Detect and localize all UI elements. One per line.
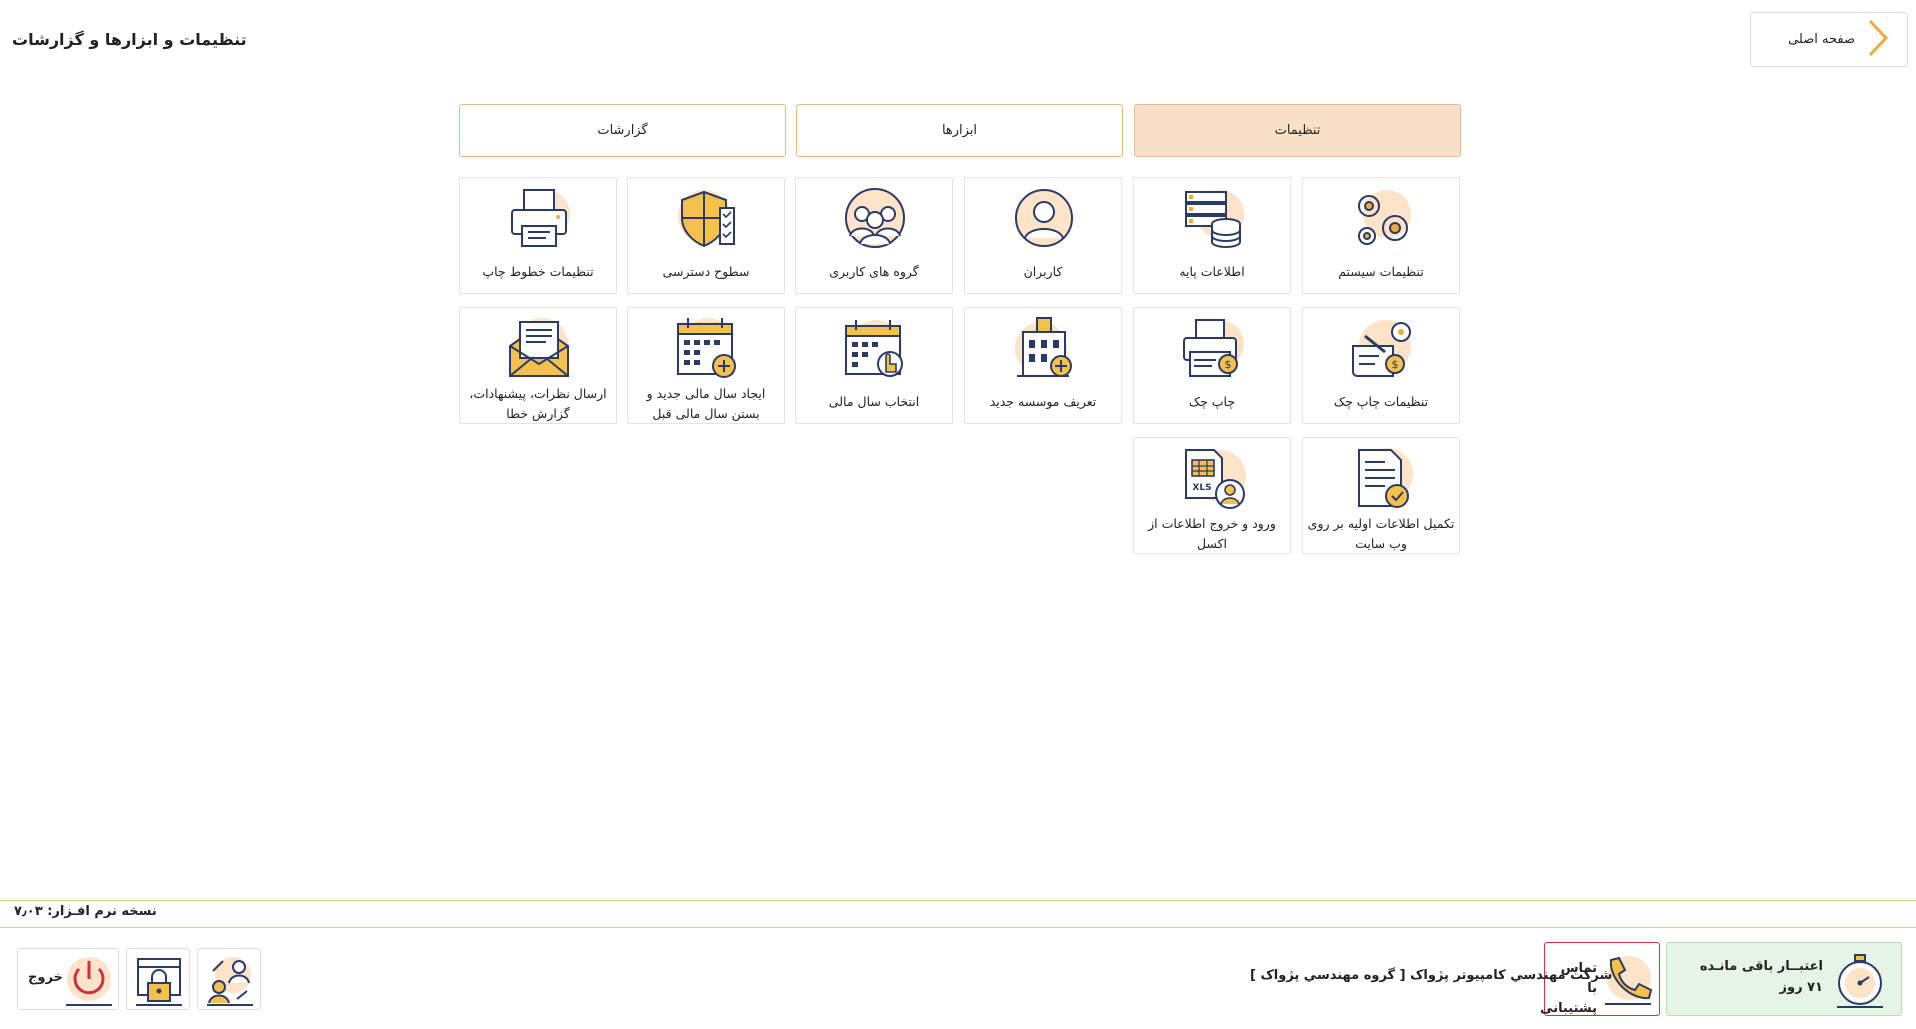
user-icon — [1015, 189, 1073, 247]
tile-label: تنظیمات سیستم — [1338, 264, 1424, 279]
building-add-icon — [1015, 317, 1072, 377]
tile-label: تکمیل اطلاعات اولیه بر روی وب سایت — [1307, 516, 1455, 551]
tile-excel-import-export[interactable]: XLS ورود و خروج اطلاعات از اکسل — [1133, 437, 1291, 554]
tile-complete-website-info[interactable]: تکمیل اطلاعات اولیه بر روی وب سایت — [1302, 437, 1460, 554]
tile-user-groups[interactable]: گروه های کاربری — [795, 177, 953, 294]
remaining-credit-days: ۷۱ روز — [1779, 980, 1823, 995]
tile-access-levels[interactable]: سطوح دسترسی — [627, 177, 785, 294]
tile-label: گروه های کاربری — [829, 264, 919, 279]
tab-reports-label: گزارشات — [597, 123, 648, 138]
cheque-settings-icon: $ — [1352, 320, 1411, 377]
tile-print-lines-settings[interactable]: تنظیمات خطوط چاپ — [459, 177, 617, 294]
tab-settings-label: تنظیمات — [1274, 123, 1321, 138]
calendar-select-icon — [845, 320, 903, 377]
page-title: تنظیمات و ابزارها و گزارشات — [12, 30, 247, 49]
remaining-credit-box: اعتبــار باقی مانـده ۷۱ روز — [1666, 942, 1902, 1016]
tile-send-feedback[interactable]: ارسال نظرات، پیشنهادات، گزارش خطا — [459, 307, 617, 424]
gears-icon — [1358, 190, 1411, 245]
tile-users[interactable]: کاربران — [964, 177, 1122, 294]
svg-text:$: $ — [1225, 358, 1232, 371]
tile-system-settings[interactable]: تنظیمات سیستم — [1302, 177, 1460, 294]
tile-base-info[interactable]: اطلاعات پایه — [1133, 177, 1291, 294]
stopwatch-icon — [1837, 954, 1883, 1008]
cheque-print-icon: $ — [1183, 319, 1244, 377]
footer-divider-bottom — [0, 927, 1916, 928]
tile-new-institution[interactable]: تعریف موسسه جدید — [964, 307, 1122, 424]
lock-screen-button[interactable] — [126, 948, 190, 1010]
excel-user-icon: XLS — [1185, 449, 1246, 509]
tile-label: انتخاب سال مالی — [828, 394, 920, 409]
tile-label: سطوح دسترسی — [662, 264, 750, 279]
lock-icon — [136, 958, 182, 1006]
power-icon — [66, 957, 112, 1006]
mail-icon — [509, 318, 569, 377]
switch-user-button[interactable] — [197, 948, 261, 1010]
tab-settings[interactable]: تنظیمات — [1134, 104, 1461, 157]
database-icon — [1185, 190, 1244, 248]
tab-tools-label: ابزارها — [941, 123, 978, 138]
tile-label: تنظیمات خطوط چاپ — [482, 264, 594, 279]
document-check-icon — [1358, 448, 1413, 508]
software-version: نسخه نرم افـزار: ۷٫۰۳ — [14, 904, 157, 919]
printer-icon — [511, 189, 570, 247]
exit-label: خروج — [28, 970, 63, 985]
tile-label: چاپ چک — [1188, 394, 1236, 409]
tile-label: تعریف موسسه جدید — [989, 394, 1097, 409]
home-button-label: صفحه اصلی — [1788, 32, 1855, 47]
calendar-add-icon — [677, 318, 736, 378]
home-button[interactable]: صفحه اصلی — [1750, 12, 1908, 67]
tile-new-fiscal-year[interactable]: ایجاد سال مالی جدید و بستن سال مالی قبل — [627, 307, 785, 424]
switch-user-icon — [207, 957, 253, 1006]
exit-button[interactable]: خروج — [17, 948, 119, 1010]
tile-print-cheque[interactable]: $ چاپ چک — [1133, 307, 1291, 424]
tab-reports[interactable]: گزارشات — [459, 104, 786, 157]
remaining-credit-label: اعتبــار باقی مانـده — [1699, 959, 1823, 974]
tile-label: ارسال نظرات، پیشنهادات، گزارش خطا — [469, 386, 607, 421]
tab-tools[interactable]: ابزارها — [796, 104, 1123, 157]
svg-text:$: $ — [1392, 358, 1399, 371]
tile-cheque-print-settings[interactable]: $ تنظیمات چاپ چک — [1302, 307, 1460, 424]
company-name: شرکت مهندسي کامپيوتر پژواک [ گروه مهندسي… — [1250, 968, 1613, 983]
tile-label: کاربران — [1023, 264, 1063, 279]
user-group-icon — [845, 188, 905, 248]
footer-divider-top — [0, 900, 1916, 901]
tile-label: تنظیمات چاپ چک — [1333, 394, 1429, 409]
svg-text:XLS: XLS — [1192, 483, 1211, 493]
tile-label: ایجاد سال مالی جدید و بستن سال مالی قبل — [646, 386, 766, 421]
tile-label: اطلاعات پایه — [1179, 264, 1245, 279]
chevron-right-icon — [1867, 19, 1889, 61]
shield-checklist-icon — [678, 190, 735, 248]
tile-select-fiscal-year[interactable]: انتخاب سال مالی — [795, 307, 953, 424]
tile-label: ورود و خروج اطلاعات از اکسل — [1148, 516, 1276, 551]
